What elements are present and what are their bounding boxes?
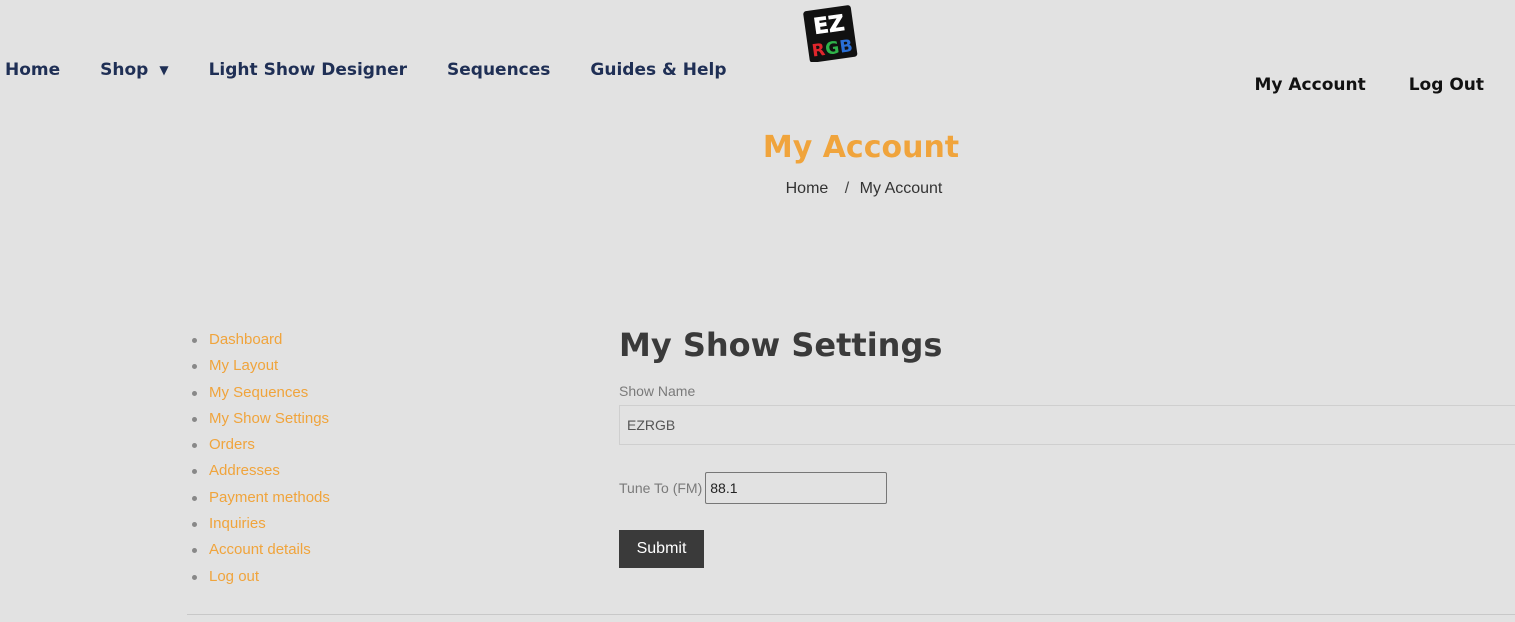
sidebar-link-dashboard[interactable]: Dashboard: [209, 331, 282, 348]
account-sidebar: Dashboard My Layout My Sequences My Show…: [190, 330, 330, 593]
breadcrumb-current: My Account: [859, 180, 943, 197]
sidebar-link-addresses[interactable]: Addresses: [209, 462, 280, 479]
sidebar-item-account-details: Account details: [190, 540, 330, 566]
sidebar-item-addresses: Addresses: [190, 461, 330, 487]
sidebar-link-orders[interactable]: Orders: [209, 436, 255, 453]
sidebar-item-inquiries: Inquiries: [190, 514, 330, 540]
breadcrumb-separator: /: [844, 180, 850, 197]
breadcrumb-home[interactable]: Home: [786, 180, 829, 197]
main-nav: Home Shop ▼ Light Show Designer Sequence…: [5, 60, 767, 80]
nav-shop[interactable]: Shop ▼: [100, 60, 168, 80]
nav-my-account[interactable]: My Account: [1254, 75, 1365, 95]
sidebar-link-log-out[interactable]: Log out: [209, 568, 259, 585]
sidebar-item-dashboard: Dashboard: [190, 330, 330, 356]
sidebar-link-my-layout[interactable]: My Layout: [209, 357, 278, 374]
tune-frequency-input[interactable]: [705, 472, 888, 504]
sidebar-link-my-sequences[interactable]: My Sequences: [209, 384, 308, 401]
show-name-input[interactable]: [619, 405, 1515, 445]
page-title: My Account: [762, 130, 960, 165]
nav-sequences[interactable]: Sequences: [447, 60, 550, 80]
nav-shop-label: Shop: [100, 60, 149, 80]
sidebar-item-my-show-settings: My Show Settings: [190, 409, 330, 435]
account-nav-top: My Account Log Out: [1211, 75, 1484, 95]
sidebar-item-my-sequences: My Sequences: [190, 383, 330, 409]
breadcrumb: Home / My Account: [0, 180, 1515, 198]
submit-button[interactable]: Submit: [619, 530, 704, 568]
nav-log-out[interactable]: Log Out: [1409, 75, 1484, 95]
sidebar-item-log-out: Log out: [190, 567, 330, 593]
show-settings-panel: My Show Settings Show Name Tune To (FM) …: [619, 326, 1515, 568]
divider: [187, 614, 1515, 615]
sidebar-item-orders: Orders: [190, 435, 330, 461]
sidebar-item-payment-methods: Payment methods: [190, 488, 330, 514]
sidebar-link-my-show-settings[interactable]: My Show Settings: [209, 410, 329, 427]
nav-guides-help[interactable]: Guides & Help: [590, 60, 726, 80]
tune-label: Tune To (FM): [619, 480, 703, 496]
section-heading: My Show Settings: [619, 326, 943, 364]
nav-home[interactable]: Home: [5, 60, 60, 80]
show-name-label: Show Name: [619, 383, 696, 399]
sidebar-item-my-layout: My Layout: [190, 356, 330, 382]
sidebar-link-account-details[interactable]: Account details: [209, 541, 311, 558]
sidebar-link-inquiries[interactable]: Inquiries: [209, 515, 266, 532]
logo-text-b: B: [838, 36, 854, 58]
nav-light-show-designer[interactable]: Light Show Designer: [209, 60, 407, 80]
page: Home Shop ▼ Light Show Designer Sequence…: [0, 0, 1515, 622]
caret-down-icon[interactable]: ▼: [159, 63, 168, 77]
sidebar-link-payment-methods[interactable]: Payment methods: [209, 489, 330, 506]
ezrgb-logo[interactable]: EZ R G B: [802, 2, 858, 62]
tune-row: Tune To (FM): [619, 472, 1515, 504]
logo-text-ez: EZ: [812, 11, 846, 40]
